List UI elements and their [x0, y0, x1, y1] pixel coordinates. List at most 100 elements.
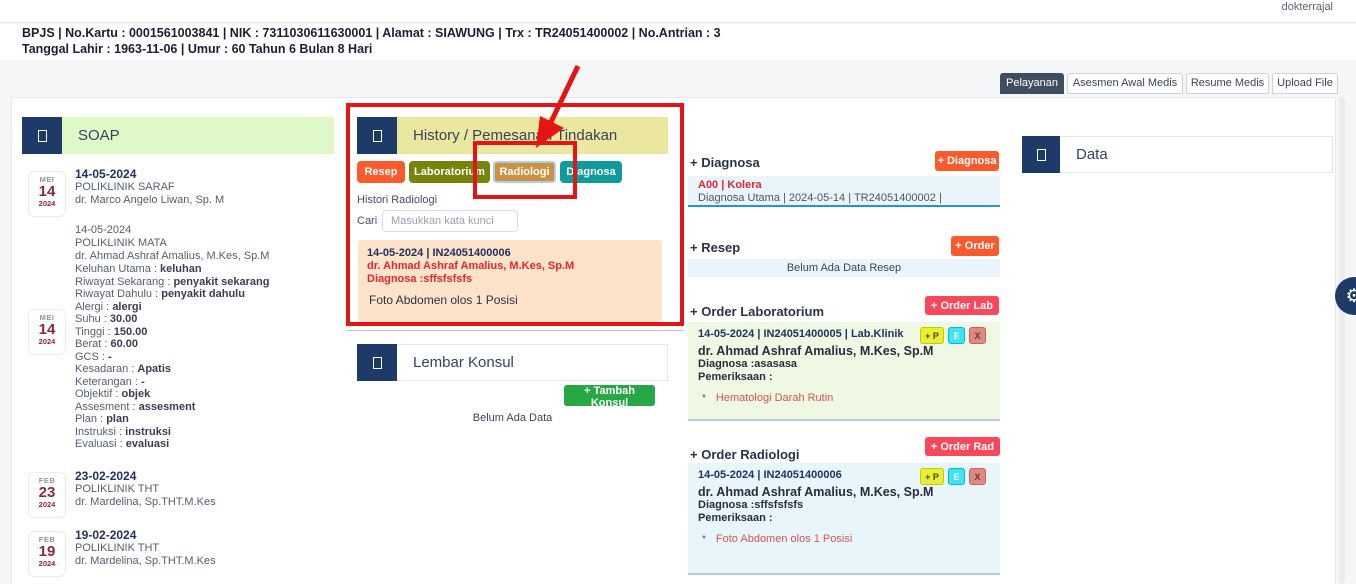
badge-day: 14	[29, 322, 65, 337]
badge-day: 14	[29, 184, 65, 199]
histori-radiologi-label: Histori Radiologi	[357, 194, 437, 206]
placeholder-glyph-icon	[38, 130, 47, 142]
resep-section-heading: + Resep	[690, 240, 740, 255]
entry-clinic: POLIKLINIK THT	[75, 542, 216, 555]
soap-panel-icon	[22, 117, 62, 154]
lab-print-button[interactable]: + P	[920, 327, 944, 344]
entry-date: 19-02-2024	[75, 529, 216, 542]
diagnosa-detail: Diagnosa Utama | 2024-05-14 | TR24051400…	[698, 192, 990, 205]
page: dokterrajal BPJS | No.Kartu : 0001561003…	[0, 0, 1356, 584]
badge-year: 2024	[29, 559, 65, 568]
resep-empty-row: Belum Ada Data Resep	[688, 259, 1000, 277]
order-resep-button[interactable]: + Order	[951, 236, 999, 256]
entry-detail-line: Kesadaran : Apatis	[75, 363, 269, 376]
add-diagnosa-button[interactable]: + Diagnosa	[935, 151, 999, 171]
patient-info-line1: BPJS | No.Kartu : 0001561003841 | NIK : …	[22, 26, 721, 40]
konsul-panel-header: Lembar Konsul	[397, 344, 668, 381]
rad-print-button[interactable]: + P	[920, 468, 944, 485]
rad-edit-button[interactable]: E	[948, 468, 965, 485]
timeline-date-badge: FEB 19 2024	[28, 531, 66, 577]
diagnosa-section-heading: + Diagnosa	[690, 155, 760, 170]
record-diagnosa: Diagnosa :sffsfsfsfs	[367, 273, 653, 286]
record-header: 14-05-2024 | IN24051400006	[367, 247, 653, 260]
entry-detail-line: Assesment : assesment	[75, 401, 269, 414]
entry-detail-line: Keterangan : -	[75, 376, 269, 389]
timeline-date-badge: MEI 14 2024	[28, 171, 66, 217]
data-panel-title: Data	[1076, 146, 1108, 163]
entry-detail-line: Objektif : objek	[75, 388, 269, 401]
entry-detail-line: Tinggi : 150.00	[75, 326, 269, 339]
placeholder-glyph-icon	[1037, 149, 1046, 161]
diagnosa-code: A00 | Kolera	[698, 179, 990, 192]
placeholder-glyph-icon	[373, 130, 382, 142]
patient-info-line2: Tanggal Lahir : 1963-11-06 | Umur : 60 T…	[22, 42, 372, 56]
entry-detail-line: Riwayat Dahulu : penyakit dahulu	[75, 288, 269, 301]
history-panel-icon	[357, 117, 397, 154]
entry-date: 14-05-2024	[75, 224, 269, 237]
vertical-scrollbar[interactable]	[1339, 97, 1345, 584]
lab-order-diagnosa: Diagnosa :asasasa	[698, 358, 990, 371]
laboratorium-button[interactable]: Laboratorium	[409, 161, 490, 183]
tambah-konsul-button[interactable]: + Tambah Konsul	[564, 385, 655, 406]
placeholder-glyph-icon	[373, 357, 382, 369]
top-navbar	[0, 0, 1356, 23]
rad-order-doctor: dr. Ahmad Ashraf Amalius, M.Kes, Sp.M	[698, 485, 990, 499]
entry-detail-line: Suhu : 30.00	[75, 313, 269, 326]
entry-detail-line: Plan : plan	[75, 413, 269, 426]
lab-pemeriksaan-label: Pemeriksaan :	[698, 371, 990, 384]
konsul-panel-title: Lembar Konsul	[413, 354, 514, 371]
radiologi-history-card[interactable]: 14-05-2024 | IN24051400006 dr. Ahmad Ash…	[358, 240, 662, 323]
timeline-date-badge: FEB 23 2024	[28, 472, 66, 518]
diagnosa-row[interactable]: A00 | Kolera Diagnosa Utama | 2024-05-14…	[688, 176, 1000, 207]
rad-pemeriksaan-label: Pemeriksaan :	[698, 512, 990, 525]
record-doctor: dr. Ahmad Ashraf Amalius, M.Kes, Sp.M	[367, 260, 653, 273]
tab-asesmen-awal-medis[interactable]: Asesmen Awal Medis	[1067, 73, 1183, 94]
entry-doctor: dr. Mardelina, Sp.THT.M.Kes	[75, 555, 216, 568]
konsul-panel-icon	[357, 344, 397, 381]
timeline-entry[interactable]: 19-02-2024 POLIKLINIK THT dr. Mardelina,…	[75, 529, 216, 568]
rad-order-item: *Foto Abdomen olos 1 Posisi	[698, 533, 990, 545]
badge-year: 2024	[29, 500, 65, 509]
timeline-entry[interactable]: 14-05-2024 POLIKLINIK SARAF dr. Marco An…	[75, 168, 224, 207]
tab-upload-file[interactable]: Upload File	[1272, 73, 1338, 94]
rad-delete-button[interactable]: X	[969, 468, 986, 485]
lab-delete-button[interactable]: X	[969, 327, 986, 344]
bullet: *	[702, 534, 706, 545]
rad-order-header: 14-05-2024 | IN24051400006	[698, 469, 990, 481]
resep-button[interactable]: Resep	[357, 161, 405, 183]
cari-label: Cari	[357, 215, 377, 227]
data-panel-icon	[1022, 136, 1060, 173]
badge-day: 23	[29, 485, 65, 500]
lab-edit-button[interactable]: E	[948, 327, 965, 344]
rad-order-diagnosa: Diagnosa :sffsfsfsfs	[698, 499, 990, 512]
lab-order-doctor: dr. Ahmad Ashraf Amalius, M.Kes, Sp.M	[698, 344, 990, 358]
tab-resume-medis[interactable]: Resume Medis	[1186, 73, 1269, 94]
search-input[interactable]	[382, 210, 518, 232]
entry-detail-line: GCS : -	[75, 351, 269, 364]
entry-date: 14-05-2024	[75, 168, 224, 181]
tab-pelayanan[interactable]: Pelayanan	[1000, 73, 1064, 94]
entry-detail-line: Keluhan Utama : keluhan	[75, 263, 269, 276]
entry-detail-line: Berat : 60.00	[75, 338, 269, 351]
divider	[347, 330, 684, 331]
konsul-empty-text: Belum Ada Data	[357, 412, 668, 424]
order-rad-button[interactable]: + Order Rad	[925, 437, 1000, 456]
entry-clinic: POLIKLINIK THT	[75, 483, 216, 496]
record-item: Foto Abdomen olos 1 Posisi	[367, 293, 653, 307]
history-panel-title: History / Pemesanan Tindakan	[413, 127, 617, 144]
timeline-date-badge: MEI 14 2024	[28, 309, 66, 355]
lab-order-header: 14-05-2024 | IN24051400005 | Lab.Klinik	[698, 328, 990, 340]
bullet: *	[702, 393, 706, 404]
badge-day: 19	[29, 544, 65, 559]
order-lab-button[interactable]: + Order Lab	[925, 296, 999, 315]
order-rad-section-heading: + Order Radiologi	[690, 447, 799, 462]
timeline-entry[interactable]: 14-05-2024 POLIKLINIK MATA dr. Ahmad Ash…	[75, 224, 269, 451]
badge-year: 2024	[29, 199, 65, 208]
entry-doctor: dr. Marco Angelo Liwan, Sp. M	[75, 194, 224, 207]
entry-detail-line: Alergi : alergi	[75, 301, 269, 314]
timeline-entry[interactable]: 23-02-2024 POLIKLINIK THT dr. Mardelina,…	[75, 470, 216, 509]
entry-detail-line: Instruksi : instruksi	[75, 426, 269, 439]
diagnosa-button[interactable]: Diagnosa	[560, 161, 622, 183]
radiologi-button[interactable]: Radiologi	[493, 161, 556, 183]
logged-in-user[interactable]: dokterrajal	[1282, 1, 1333, 13]
